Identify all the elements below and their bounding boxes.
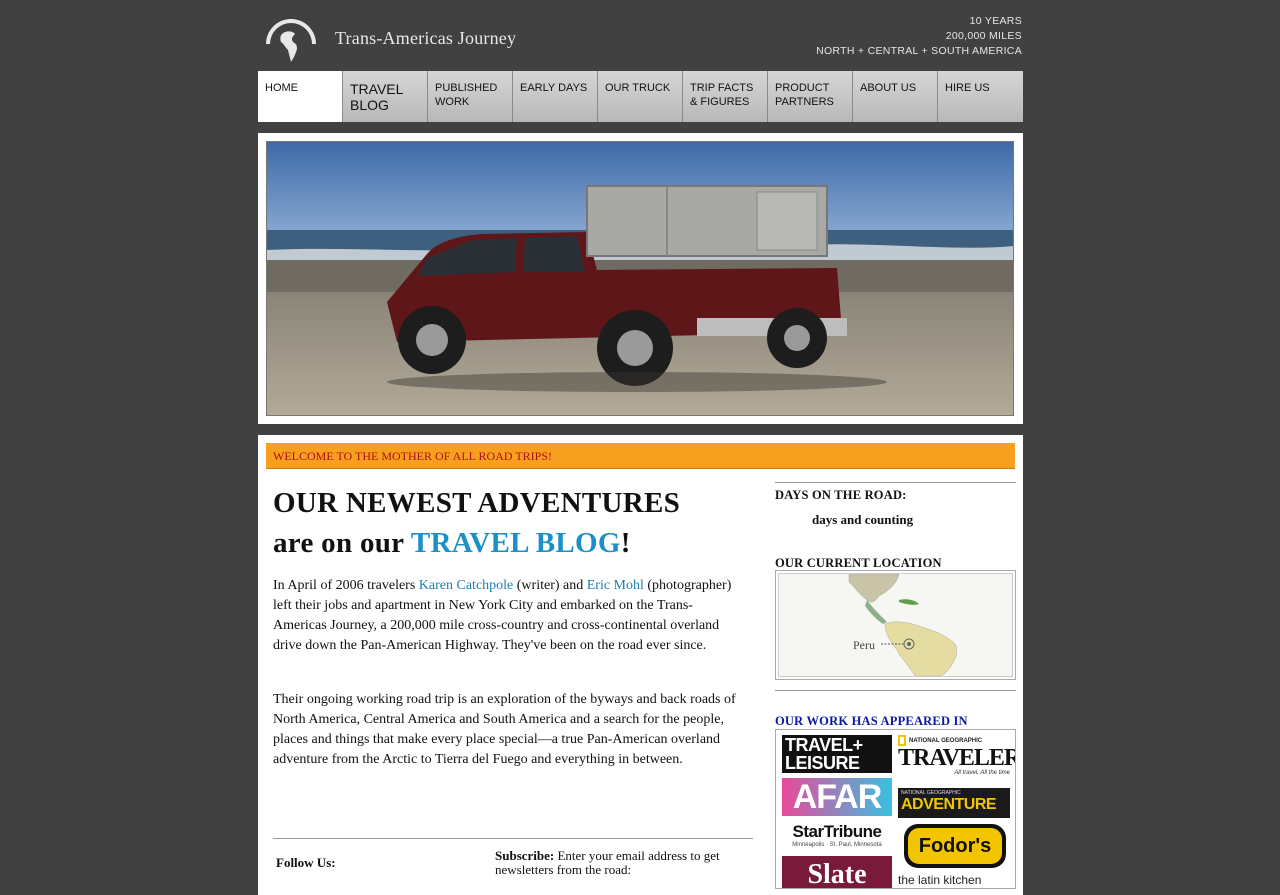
nav-hire-us[interactable]: HIRE US <box>938 71 1023 122</box>
nav-our-truck[interactable]: OUR TRUCK <box>598 71 683 122</box>
current-location-heading: OUR CURRENT LOCATION <box>775 556 942 570</box>
truck-on-beach-image <box>267 142 1013 415</box>
eric-mohl-link[interactable]: Eric Mohl <box>587 578 644 593</box>
main-nav: HOME TRAVEL BLOG PUBLISHED WORK EARLY DA… <box>258 71 1023 122</box>
nav-trip-facts[interactable]: TRIP FACTS & FIGURES <box>683 71 768 122</box>
days-counting-text: days and counting <box>812 512 914 527</box>
nav-early-days[interactable]: EARLY DAYS <box>513 71 598 122</box>
content-panel: WELCOME TO THE MOTHER OF ALL ROAD TRIPS!… <box>258 435 1023 895</box>
days-on-road-heading: DAYS ON THE ROAD: <box>775 488 907 502</box>
headline: OUR NEWEST ADVENTURES are on our TRAVEL … <box>273 483 753 563</box>
americas-globe-logo-icon[interactable] <box>262 14 320 64</box>
headline-suffix: ! <box>620 527 631 559</box>
sidebar-top-rule <box>775 482 1016 483</box>
intro-paragraph-2: Their ongoing working road trip is an ex… <box>273 692 736 767</box>
startribune-wordmark: StarTribune <box>792 822 882 841</box>
nav-home[interactable]: HOME <box>258 71 343 122</box>
nav-published-work[interactable]: PUBLISHED WORK <box>428 71 513 122</box>
travel-leisure-line2: LEISURE <box>785 753 860 773</box>
hero-truck-photo <box>266 141 1014 416</box>
main-column: OUR NEWEST ADVENTURES are on our TRAVEL … <box>273 483 753 767</box>
travel-blog-link[interactable]: TRAVEL BLOG <box>411 527 621 559</box>
latin-kitchen-logo[interactable]: the latin kitchen <box>898 872 1010 888</box>
tagline-continents: NORTH + CENTRAL + SOUTH AMERICA <box>816 45 1022 57</box>
nav-product-partners[interactable]: PRODUCT PARTNERS <box>768 71 853 122</box>
intro-text-b: (writer) and <box>513 578 587 593</box>
hero-panel <box>258 133 1023 424</box>
afar-logo[interactable]: AFAR <box>782 778 892 816</box>
startribune-subtitle: Minneapolis · St. Paul, Minnesota <box>792 842 882 848</box>
intro-text-a: In April of 2006 travelers <box>273 578 419 593</box>
intro-paragraph-1: In April of 2006 travelers Karen Catchpo… <box>273 576 743 656</box>
travel-leisure-line1: TRAVEL+ <box>785 735 863 755</box>
headline-prefix: are on our <box>273 527 411 559</box>
traveler-wordmark: TRAVELER <box>898 745 1016 771</box>
nav-travel-blog[interactable]: TRAVEL BLOG <box>343 71 428 122</box>
subscribe-text: Subscribe: Enter your email address to g… <box>495 849 765 877</box>
natgeo-adventure-logo[interactable]: NATIONAL GEOGRAPHIC ADVENTURE <box>898 788 1010 818</box>
fodors-logo[interactable]: Fodor's <box>904 824 1006 868</box>
tagline: 10 YEARS 200,000 MILES NORTH + CENTRAL +… <box>816 14 1022 59</box>
map-canvas: Peru <box>778 573 1013 677</box>
nav-about-us[interactable]: ABOUT US <box>853 71 938 122</box>
tagline-years: 10 YEARS <box>969 15 1022 27</box>
fodors-inner: Fodor's <box>908 828 1002 864</box>
follow-divider <box>273 838 753 839</box>
publication-logos: TRAVEL+ LEISURE NATIONAL GEOGRAPHIC TRAV… <box>775 729 1016 889</box>
welcome-banner: WELCOME TO THE MOTHER OF ALL ROAD TRIPS! <box>266 443 1015 469</box>
slate-logo[interactable]: Slate <box>782 856 892 888</box>
natgeo-traveler-logo[interactable]: NATIONAL GEOGRAPHIC TRAVELER All travel,… <box>898 735 1016 783</box>
site-header: Trans-Americas Journey 10 YEARS 200,000 … <box>258 0 1023 70</box>
subscribe-label: Subscribe: <box>495 848 555 863</box>
follow-us-label: Follow Us: <box>276 855 336 870</box>
travel-leisure-logo[interactable]: TRAVEL+ LEISURE <box>782 735 892 773</box>
natgeo-label: NATIONAL GEOGRAPHIC <box>909 737 983 744</box>
americas-map-graphic <box>848 574 957 676</box>
sidebar-mid-rule <box>775 690 1016 691</box>
map-location-label: Peru <box>853 638 875 652</box>
sidebar: DAYS ON THE ROAD: days and counting OUR … <box>775 482 1016 889</box>
adventure-wordmark: ADVENTURE <box>901 796 997 813</box>
fodors-wordmark: Fodor's <box>918 834 992 857</box>
startribune-logo[interactable]: StarTribune Minneapolis · St. Paul, Minn… <box>782 822 892 852</box>
karen-catchpole-link[interactable]: Karen Catchpole <box>419 578 513 593</box>
location-map[interactable]: Peru <box>775 570 1016 680</box>
tagline-miles: 200,000 MILES <box>945 30 1022 42</box>
work-appeared-heading: OUR WORK HAS APPEARED IN <box>775 714 968 728</box>
site-title[interactable]: Trans-Americas Journey <box>335 28 516 49</box>
headline-line1: OUR NEWEST ADVENTURES <box>273 487 681 519</box>
